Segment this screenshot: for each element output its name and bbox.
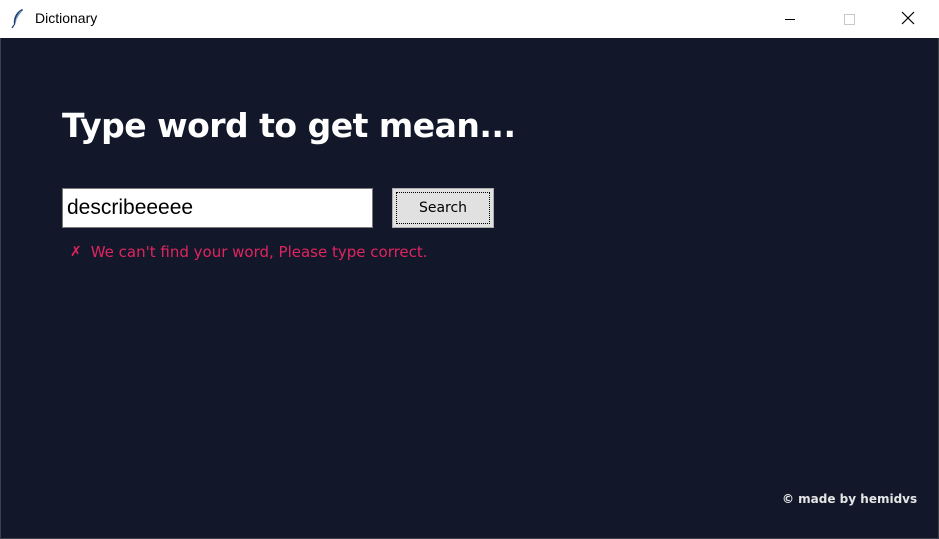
footer-credit: © made by hemidvs (782, 492, 918, 506)
word-input[interactable] (62, 188, 373, 228)
page-title: Type word to get mean... (62, 106, 516, 145)
title-bar: Dictionary (0, 0, 939, 38)
close-button[interactable] (885, 0, 931, 38)
maximize-icon (843, 10, 855, 29)
window-title: Dictionary (35, 10, 98, 26)
error-text: We can't find your word, Please type cor… (90, 243, 428, 261)
search-button-label: Search (418, 200, 468, 216)
search-button[interactable]: Search (392, 188, 494, 228)
cross-icon: ✗ (70, 244, 82, 260)
window-border-left (0, 38, 1, 539)
close-icon (901, 10, 915, 29)
feather-icon (10, 8, 26, 29)
maximize-button[interactable] (826, 0, 872, 38)
minimize-button[interactable] (767, 0, 813, 38)
minimize-icon (784, 10, 796, 29)
error-message: ✗ We can't find your word, Please type c… (70, 243, 428, 261)
